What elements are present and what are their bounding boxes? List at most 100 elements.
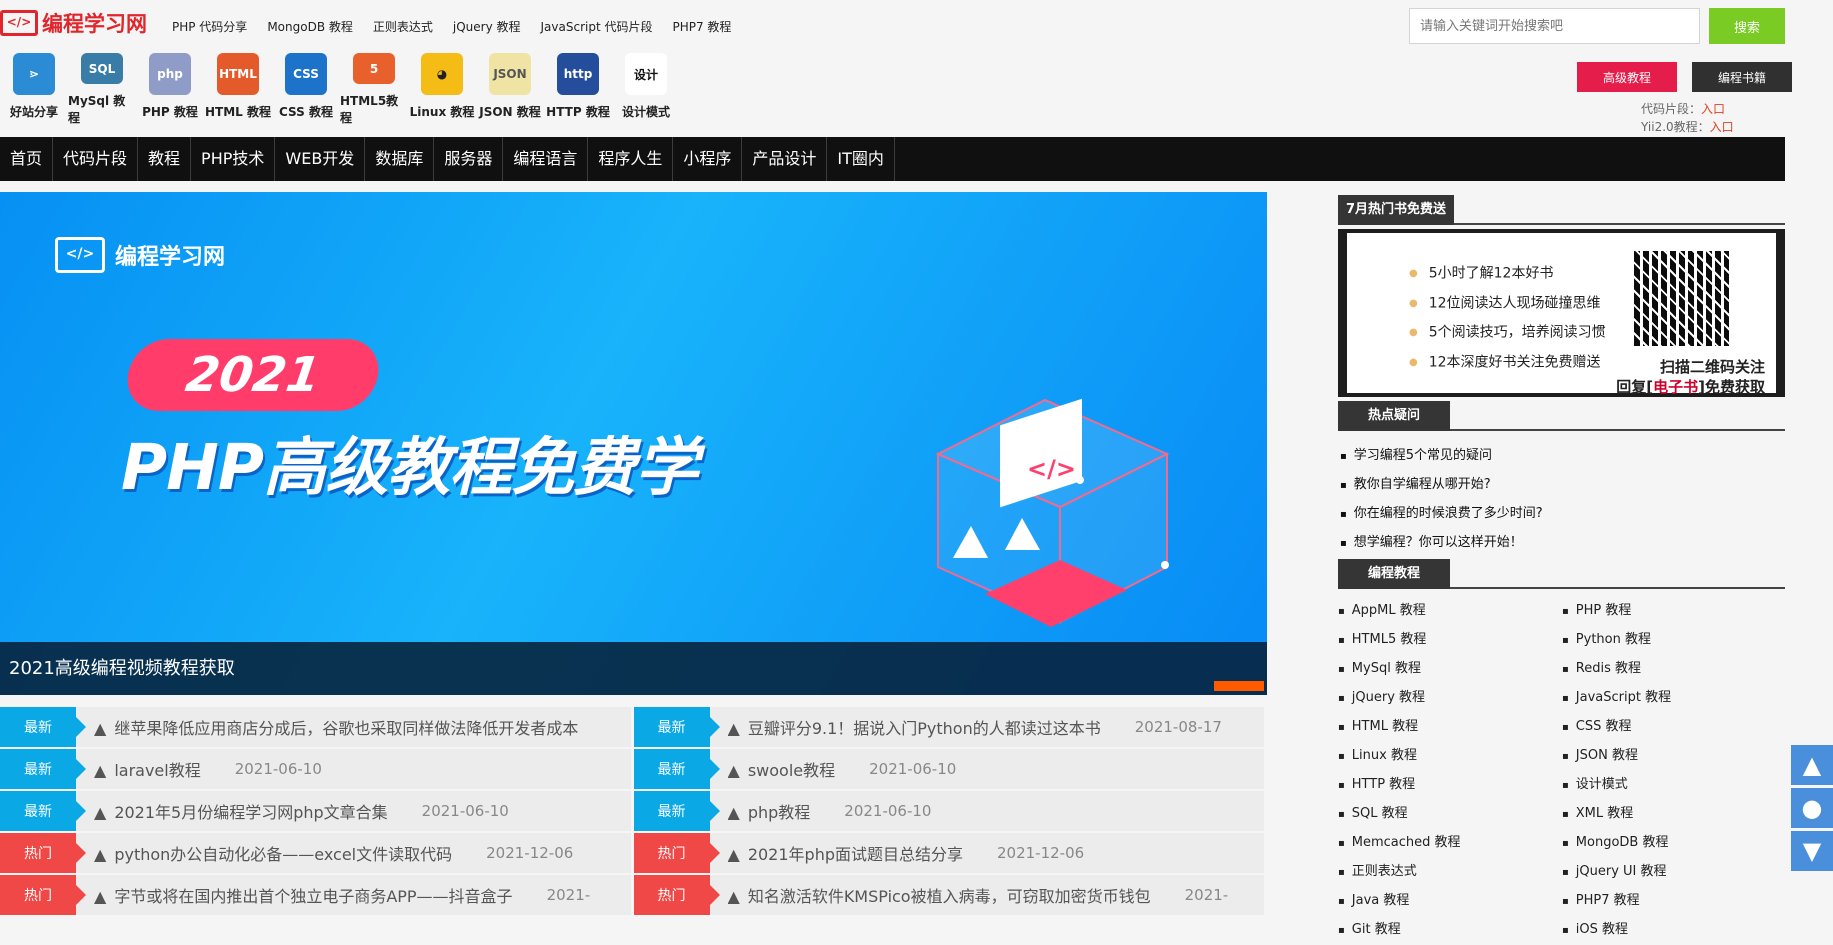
site-logo[interactable]: </> 编程学习网 bbox=[0, 8, 147, 38]
news-item[interactable]: 热门 ▲ python办公自动化必备——excel文件读取代码 2021-12-06 bbox=[0, 833, 631, 873]
top-link-mongodb[interactable]: MongoDB 教程 bbox=[267, 18, 353, 35]
nav-tutorials[interactable]: 教程 bbox=[138, 137, 192, 181]
tutorial-link[interactable]: Redis 教程 bbox=[1562, 655, 1786, 684]
nav-database[interactable]: 数据库 bbox=[365, 137, 435, 181]
tutorial-link[interactable]: JavaScript 教程 bbox=[1562, 684, 1786, 713]
tutorial-link[interactable]: iOS 教程 bbox=[1562, 916, 1786, 945]
book-promo-panel[interactable]: 5小时了解12本好书 12位阅读达人现场碰撞思维 5个阅读技巧，培养阅读习惯 1… bbox=[1338, 229, 1785, 397]
user-icon[interactable]: ● bbox=[1791, 788, 1833, 828]
news-title[interactable]: ▲ 2021年php面试题目总结分享 bbox=[728, 841, 972, 865]
nav-mini-program[interactable]: 小程序 bbox=[673, 137, 743, 181]
shortcut-html[interactable]: HTML HTML 教程 bbox=[204, 51, 272, 126]
news-item[interactable]: 热门 ▲ 2021年php面试题目总结分享 2021-12-06 bbox=[633, 833, 1264, 873]
tutorial-link[interactable]: MongoDB 教程 bbox=[1562, 829, 1786, 858]
news-title[interactable]: ▲ laravel教程 bbox=[94, 757, 209, 781]
triangle-icon: ▲ bbox=[94, 845, 107, 864]
tutorial-link[interactable]: Memcached 教程 bbox=[1338, 829, 1562, 858]
news-title[interactable]: ▲ 知名激活软件KMSPico被植入病毒，可窃取加密货币钱包 bbox=[728, 883, 1159, 907]
top-link-jquery[interactable]: jQuery 教程 bbox=[453, 18, 521, 35]
news-item[interactable]: 热门 ▲ 知名激活软件KMSPico被植入病毒，可窃取加密货币钱包 2021- bbox=[633, 875, 1264, 915]
shortcut-design-pattern[interactable]: 设计 设计模式 bbox=[612, 51, 680, 126]
top-header: </> 编程学习网 PHP 代码分享 MongoDB 教程 正则表达式 jQue… bbox=[0, 0, 1833, 50]
nav-php-tech[interactable]: PHP技术 bbox=[191, 137, 276, 181]
news-title[interactable]: ▲ python办公自动化必备——excel文件读取代码 bbox=[94, 841, 460, 865]
tutorial-link[interactable]: JSON 教程 bbox=[1562, 742, 1786, 771]
tutorial-link[interactable]: AppML 教程 bbox=[1338, 597, 1562, 626]
search-input[interactable] bbox=[1409, 8, 1700, 44]
shortcut-html5[interactable]: 5 HTML5教程 bbox=[340, 51, 408, 126]
hot-question-link[interactable]: 想学编程？你可以这样开始！ bbox=[1340, 529, 1785, 558]
tutorial-link[interactable]: Python 教程 bbox=[1562, 626, 1786, 655]
news-item[interactable]: 最新 ▲ 2021年5月份编程学习网php文章合集 2021-06-10 bbox=[0, 791, 631, 831]
tutorial-link[interactable]: HTTP 教程 bbox=[1338, 771, 1562, 800]
tutorial-link[interactable]: MySql 教程 bbox=[1338, 655, 1562, 684]
tutorial-link[interactable]: XML 教程 bbox=[1562, 800, 1786, 829]
news-item[interactable]: 最新 ▲ swoole教程 2021-06-10 bbox=[633, 749, 1264, 789]
news-title[interactable]: ▲ php教程 bbox=[728, 799, 819, 823]
news-item[interactable]: 最新 ▲ php教程 2021-06-10 bbox=[633, 791, 1264, 831]
tutorial-link[interactable]: Git 教程 bbox=[1338, 916, 1562, 945]
shortcut-share[interactable]: ⋗ 好站分享 bbox=[0, 51, 68, 126]
nav-programmer-life[interactable]: 程序人生 bbox=[588, 137, 674, 181]
top-link-php7[interactable]: PHP7 教程 bbox=[672, 18, 731, 35]
news-title[interactable]: ▲ 豆瓣评分9.1！据说入门Python的人都读过这本书 bbox=[728, 715, 1109, 739]
hero-banner[interactable]: </> 编程学习网 2021 PHP高级教程免费学 </> 2021高级编程视频… bbox=[0, 192, 1267, 695]
tutorial-link[interactable]: PHP7 教程 bbox=[1562, 887, 1786, 916]
up-arrow-icon[interactable]: ▲ bbox=[1791, 745, 1833, 785]
tutorial-link[interactable]: HTML 教程 bbox=[1338, 713, 1562, 742]
svg-text:</>: </> bbox=[1027, 455, 1076, 483]
nav-it-circle[interactable]: IT圈内 bbox=[827, 137, 895, 181]
book-promo-card[interactable]: 5小时了解12本好书 12位阅读达人现场碰撞思维 5个阅读技巧，培养阅读习惯 1… bbox=[1347, 233, 1776, 396]
tutorial-link[interactable]: 正则表达式 bbox=[1338, 858, 1562, 887]
top-link-php-code[interactable]: PHP 代码分享 bbox=[172, 18, 247, 35]
nav-code-snippets[interactable]: 代码片段 bbox=[53, 137, 139, 181]
news-item[interactable]: 最新 ▲ 继苹果降低应用商店分成后，谷歌也采取同样做法降低开发者成本 bbox=[0, 707, 631, 747]
tutorial-link[interactable]: jQuery UI 教程 bbox=[1562, 858, 1786, 887]
shortcut-label: HTTP 教程 bbox=[546, 105, 610, 119]
nav-web-development[interactable]: WEB开发 bbox=[275, 137, 366, 181]
html5-icon: 5 bbox=[353, 53, 395, 84]
hot-question-link[interactable]: 教你自学编程从哪开始? bbox=[1340, 471, 1785, 500]
news-badge: 最新 bbox=[633, 707, 720, 747]
shortcut-label: HTML5教程 bbox=[340, 94, 399, 125]
top-link-regex[interactable]: 正则表达式 bbox=[373, 18, 433, 35]
nav-programming-language[interactable]: 编程语言 bbox=[503, 137, 589, 181]
scroll-link-row[interactable]: Yii2.0教程：入口 bbox=[1641, 118, 1734, 136]
nav-product-design[interactable]: 产品设计 bbox=[742, 137, 828, 181]
hero-caption[interactable]: 2021高级编程视频教程获取 bbox=[0, 642, 1267, 695]
advanced-tutorial-button[interactable]: 高级教程 bbox=[1577, 62, 1677, 92]
news-title[interactable]: ▲ 继苹果降低应用商店分成后，谷歌也采取同样做法降低开发者成本 bbox=[94, 715, 586, 739]
triangle-icon: ▲ bbox=[727, 887, 740, 906]
shortcut-css[interactable]: CSS CSS 教程 bbox=[272, 51, 340, 126]
shortcut-json[interactable]: JSON JSON 教程 bbox=[476, 51, 544, 126]
shortcut-linux[interactable]: ◕ Linux 教程 bbox=[408, 51, 476, 126]
top-link-javascript[interactable]: JavaScript 代码片段 bbox=[541, 18, 653, 35]
news-item[interactable]: 热门 ▲ 字节或将在国内推出首个独立电子商务APP——抖音盒子 2021- bbox=[0, 875, 631, 915]
news-title[interactable]: ▲ swoole教程 bbox=[728, 757, 844, 781]
tutorial-link[interactable]: HTML5 教程 bbox=[1338, 626, 1562, 655]
programming-books-button[interactable]: 编程书籍 bbox=[1692, 62, 1792, 92]
hot-question-link[interactable]: 你在编程的时候浪费了多少时间? bbox=[1340, 500, 1785, 529]
shortcut-http[interactable]: http HTTP 教程 bbox=[544, 51, 612, 126]
down-arrow-icon[interactable]: ▼ bbox=[1791, 831, 1833, 871]
tutorial-link[interactable]: jQuery 教程 bbox=[1338, 684, 1562, 713]
hero-slide-indicator[interactable] bbox=[1214, 681, 1264, 691]
news-title[interactable]: ▲ 2021年5月份编程学习网php文章合集 bbox=[94, 799, 396, 823]
tutorial-link[interactable]: SQL 教程 bbox=[1338, 800, 1562, 829]
tutorial-link[interactable]: Java 教程 bbox=[1338, 887, 1562, 916]
hot-question-link[interactable]: 学习编程5个常见的疑问 bbox=[1340, 442, 1785, 471]
news-item[interactable]: 最新 ▲ laravel教程 2021-06-10 bbox=[0, 749, 631, 789]
tutorial-link[interactable]: CSS 教程 bbox=[1562, 713, 1786, 742]
news-item[interactable]: 最新 ▲ 豆瓣评分9.1！据说入门Python的人都读过这本书 2021-08-17 bbox=[633, 707, 1264, 747]
qr-instruction: 扫描二维码关注 回复[电子书]免费获取 bbox=[1616, 358, 1765, 396]
search-button[interactable]: 搜索 bbox=[1709, 8, 1785, 44]
news-title[interactable]: ▲ 字节或将在国内推出首个独立电子商务APP——抖音盒子 bbox=[94, 883, 521, 907]
shortcut-mysql[interactable]: SQL MySql 教程 bbox=[68, 51, 136, 126]
scroll-link-row[interactable]: 代码片段：入口 bbox=[1641, 100, 1734, 118]
tutorial-link[interactable]: 设计模式 bbox=[1562, 771, 1786, 800]
nav-home[interactable]: 首页 bbox=[0, 137, 54, 181]
shortcut-php[interactable]: php PHP 教程 bbox=[136, 51, 204, 126]
tutorial-link[interactable]: Linux 教程 bbox=[1338, 742, 1562, 771]
tutorial-link[interactable]: PHP 教程 bbox=[1562, 597, 1786, 626]
nav-server[interactable]: 服务器 bbox=[434, 137, 504, 181]
